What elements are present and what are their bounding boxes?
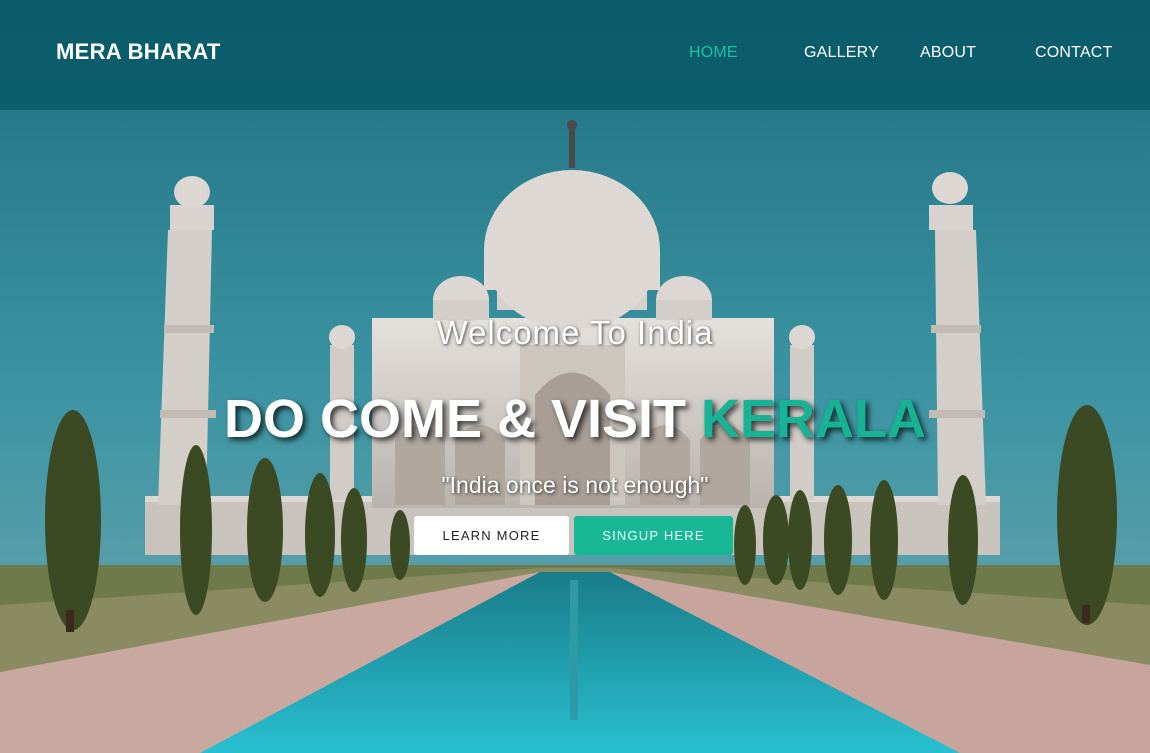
hero-welcome-text: Welcome To India (436, 314, 714, 351)
hero-headline-main: DO COME & VISIT (223, 389, 702, 449)
hero-section: Welcome To India DO COME & VISIT KERALA … (0, 0, 1150, 753)
hero-headline-accent: KERALA (701, 389, 927, 449)
hero-tagline: "India once is not enough" (441, 472, 709, 498)
page: MERA BHARAT HOME GALLERY ABOUT CONTACT W… (0, 0, 1150, 753)
learn-more-button[interactable]: LEARN MORE (414, 516, 569, 555)
signup-button[interactable]: SINGUP HERE (574, 516, 733, 555)
hero-headline: DO COME & VISIT KERALA (0, 388, 1150, 450)
